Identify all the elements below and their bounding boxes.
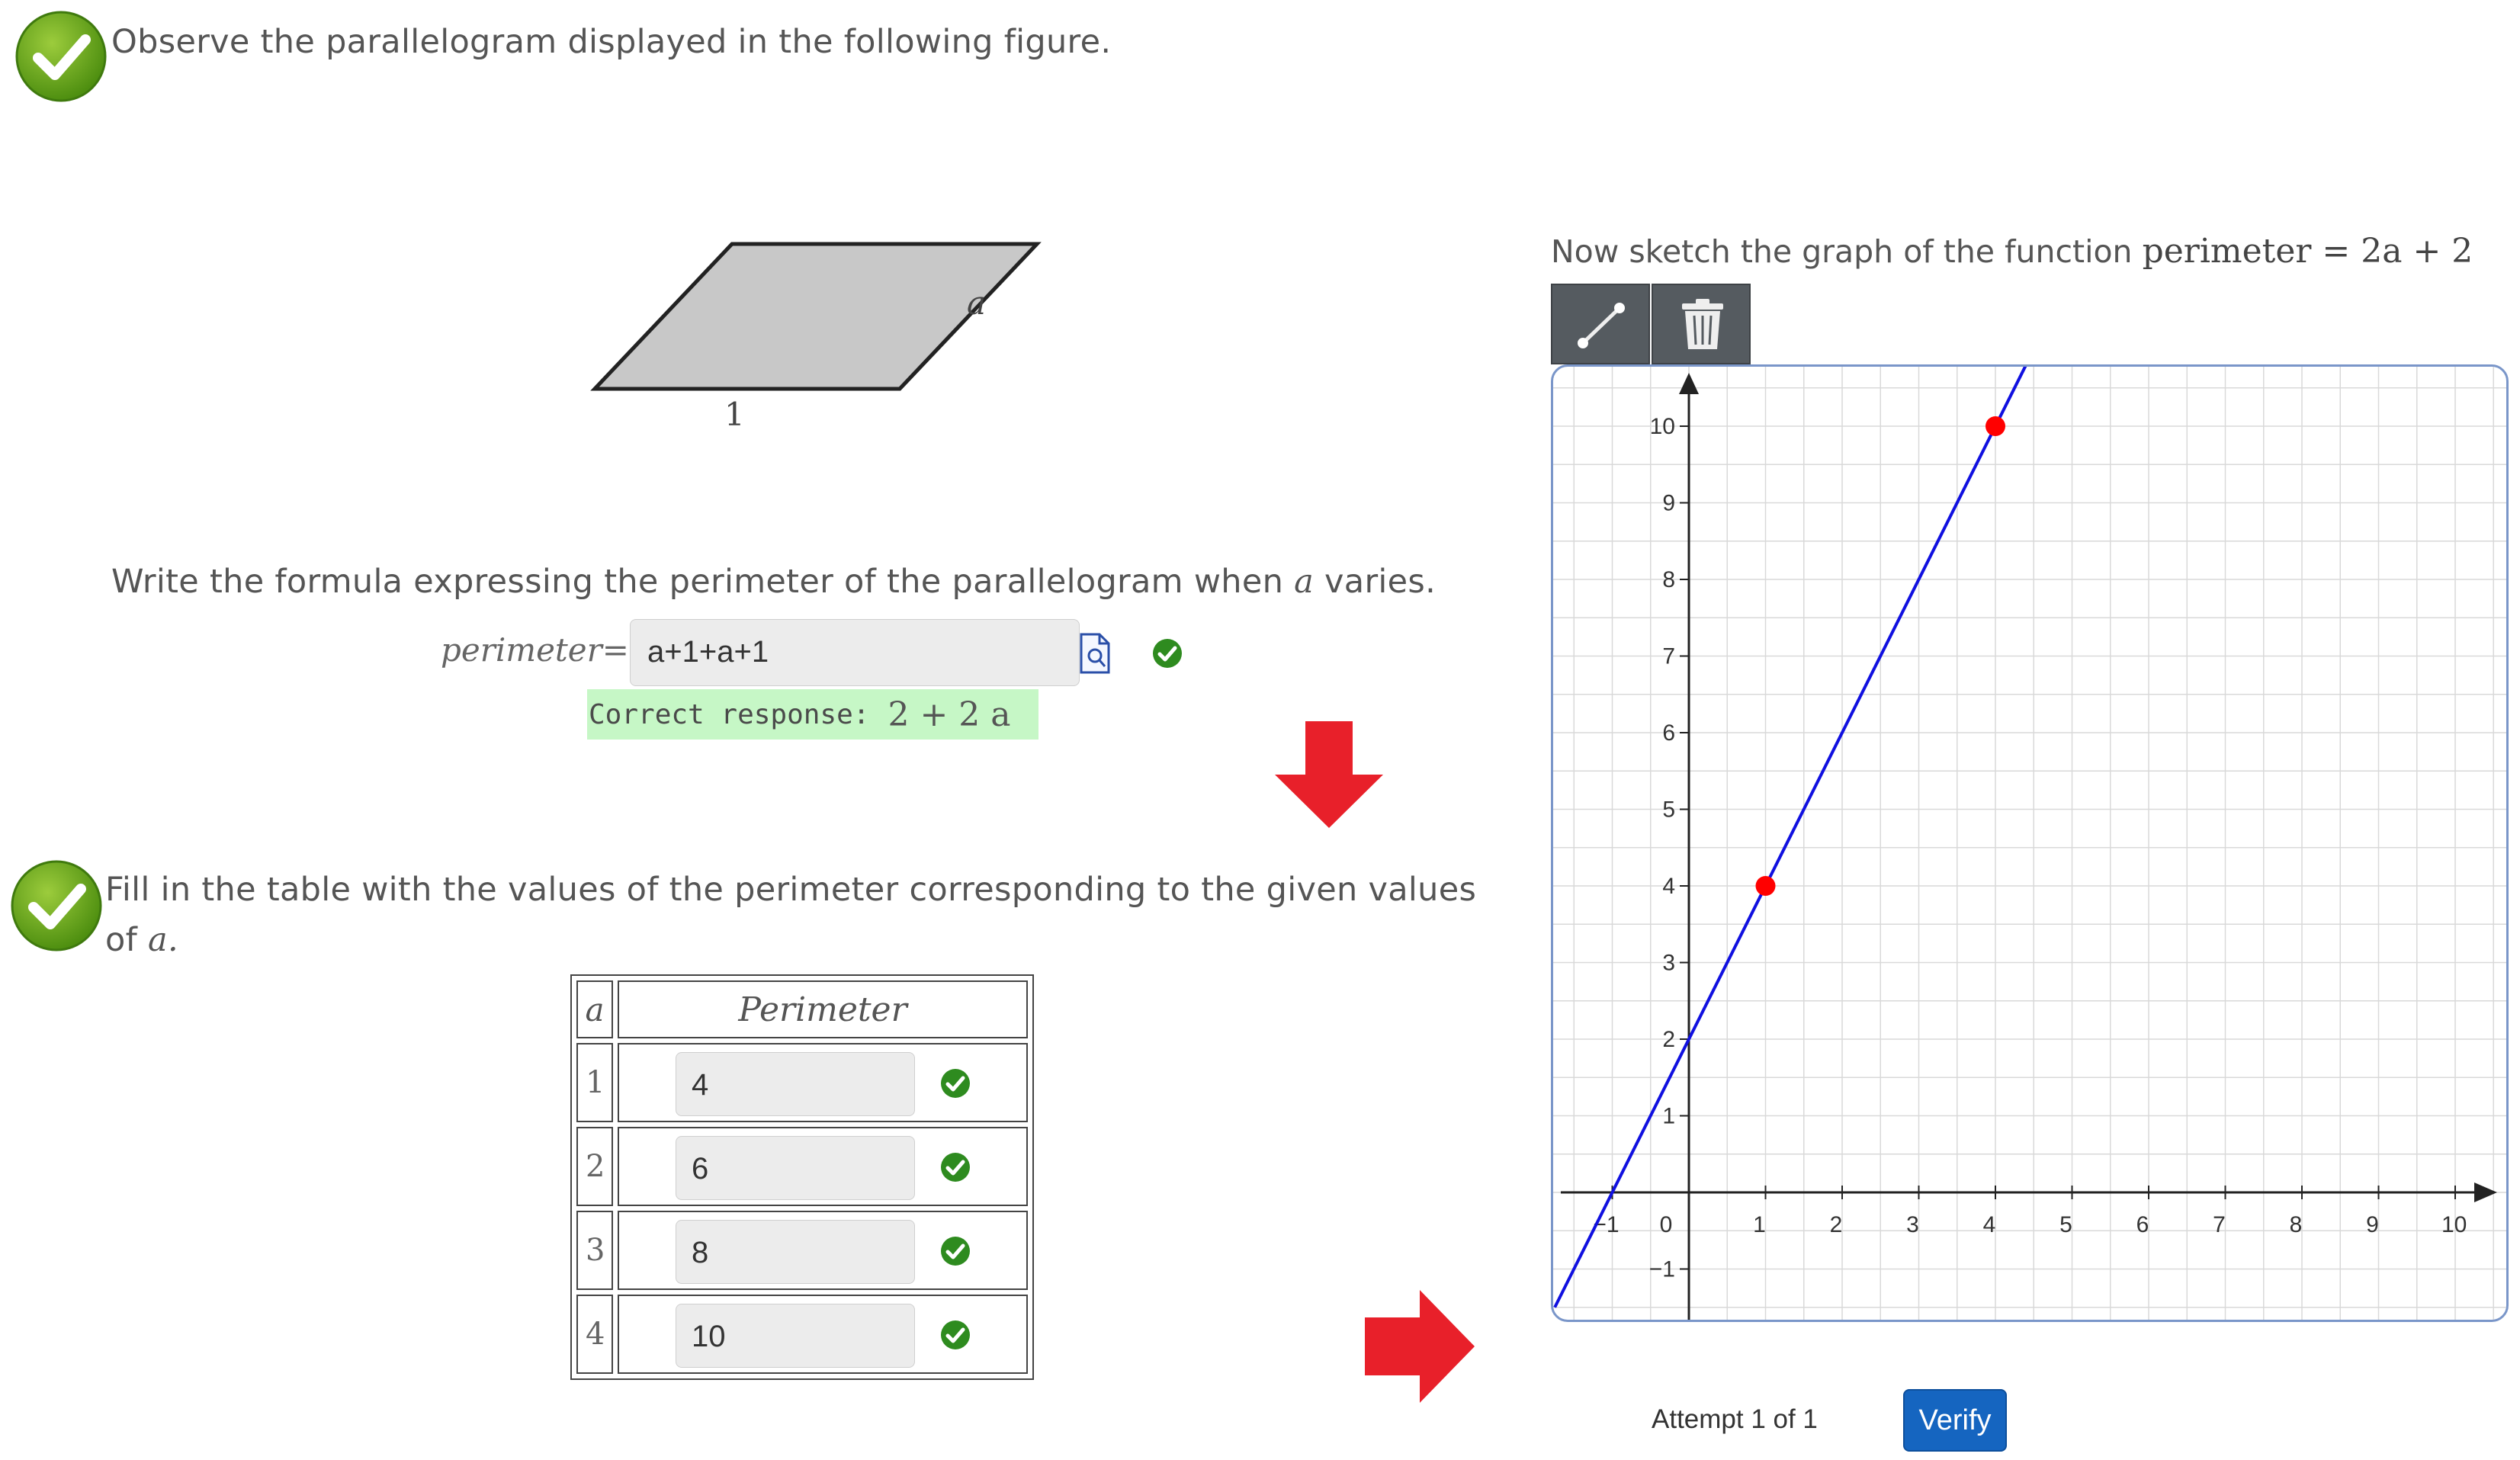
graph-function: perimeter = 2a + 2: [2142, 232, 2473, 271]
x-tick-label: 1: [1753, 1212, 1766, 1237]
perimeter-input-1[interactable]: 4: [676, 1052, 915, 1116]
x-tick-label: 0: [1660, 1212, 1673, 1237]
table-row: 3 8: [576, 1211, 1028, 1290]
correct-response-value: 2 + 2 a: [888, 695, 1011, 734]
table-prompt-line2: of a.: [105, 921, 178, 959]
row-a-value: 2: [576, 1127, 613, 1206]
graph-canvas[interactable]: −1 0 1 2 3 4 5 6 7 8 9 10 −1 1 2 3 4 5 6 7 8 9 10: [1551, 364, 2509, 1322]
row-a-value: 1: [576, 1043, 613, 1122]
table-header-perimeter: Perimeter: [618, 980, 1028, 1038]
trash-icon: [1682, 299, 1723, 349]
control-point: [1755, 876, 1776, 896]
coordinate-plane[interactable]: −1 0 1 2 3 4 5 6 7 8 9 10−112345678910: [1553, 367, 2506, 1320]
x-tick-label: 9: [2366, 1212, 2379, 1237]
x-tick-label: 6: [2136, 1212, 2149, 1237]
perimeter-label: perimeter=: [441, 631, 629, 669]
perimeter-input-4[interactable]: 10: [676, 1304, 915, 1368]
table-header-a: a: [576, 980, 613, 1038]
graph-prompt: Now sketch the graph of the function per…: [1551, 232, 2473, 271]
correct-check-icon: [941, 1153, 970, 1182]
y-tick-label: 6: [1662, 720, 1675, 746]
line-tool-button[interactable]: [1551, 284, 1650, 364]
attempt-counter: Attempt 1 of 1: [1652, 1404, 1818, 1434]
row-a-value: 4: [576, 1295, 613, 1374]
perimeter-input-2[interactable]: 6: [676, 1136, 915, 1200]
y-tick-label: 1: [1662, 1104, 1675, 1129]
y-tick-label: 3: [1662, 951, 1675, 976]
correct-check-icon: [941, 1069, 970, 1098]
observe-prompt: Observe the parallelogram displayed in t…: [111, 23, 1112, 61]
row-a-value: 3: [576, 1211, 613, 1290]
success-check-icon: [15, 11, 107, 102]
y-tick-label: 2: [1662, 1027, 1675, 1052]
correct-check-icon: [941, 1320, 970, 1349]
y-tick-label: 5: [1662, 797, 1675, 823]
y-tick-label: 9: [1662, 491, 1675, 516]
correct-check-icon: [941, 1237, 970, 1266]
correct-check-icon: [1153, 639, 1182, 668]
control-point: [1986, 416, 2005, 436]
x-tick-label: 3: [1906, 1212, 1919, 1237]
x-tick-label: 7: [2213, 1212, 2226, 1237]
parallelogram-figure: 1 a: [590, 242, 1042, 433]
x-tick-label: 5: [2059, 1212, 2072, 1237]
side-label-right: a: [967, 284, 986, 322]
y-tick-label: 4: [1662, 874, 1675, 899]
y-tick-label: 8: [1662, 567, 1675, 592]
preview-document-icon[interactable]: [1078, 631, 1112, 675]
perimeter-input-3[interactable]: 8: [676, 1220, 915, 1284]
table-prompt: Fill in the table with the values of the…: [105, 871, 1477, 909]
y-tick-label: −1: [1649, 1257, 1675, 1282]
red-right-arrow-icon: [1365, 1290, 1475, 1403]
red-down-arrow-icon: [1275, 721, 1383, 828]
verify-button[interactable]: Verify: [1903, 1389, 2007, 1452]
y-axis-arrow: [1679, 373, 1699, 394]
formula-prompt: Write the formula expressing the perimet…: [111, 563, 1437, 601]
perimeter-table: a Perimeter 1 4 2 6 3 8 4 10: [570, 974, 1034, 1380]
y-tick-label: 10: [1650, 414, 1675, 439]
function-line: [1553, 367, 2027, 1308]
table-row: 2 6: [576, 1127, 1028, 1206]
correct-response-box: Correct response: 2 + 2 a: [587, 689, 1038, 740]
x-tick-label: 4: [1983, 1212, 1996, 1237]
success-check-icon-2: [11, 860, 102, 951]
y-tick-label: 7: [1662, 644, 1675, 669]
side-label-bottom: 1: [724, 396, 745, 433]
table-row: 1 4: [576, 1043, 1028, 1122]
table-row: 4 10: [576, 1295, 1028, 1374]
x-tick-label: 8: [2290, 1212, 2303, 1237]
correct-response-label: Correct response:: [589, 698, 870, 730]
perimeter-formula-input[interactable]: a+1+a+1: [630, 619, 1080, 686]
delete-button[interactable]: [1652, 284, 1751, 364]
line-tool-icon: [1578, 303, 1625, 348]
x-tick-label: 2: [1830, 1212, 1843, 1237]
x-tick-label: 10: [2441, 1212, 2467, 1237]
